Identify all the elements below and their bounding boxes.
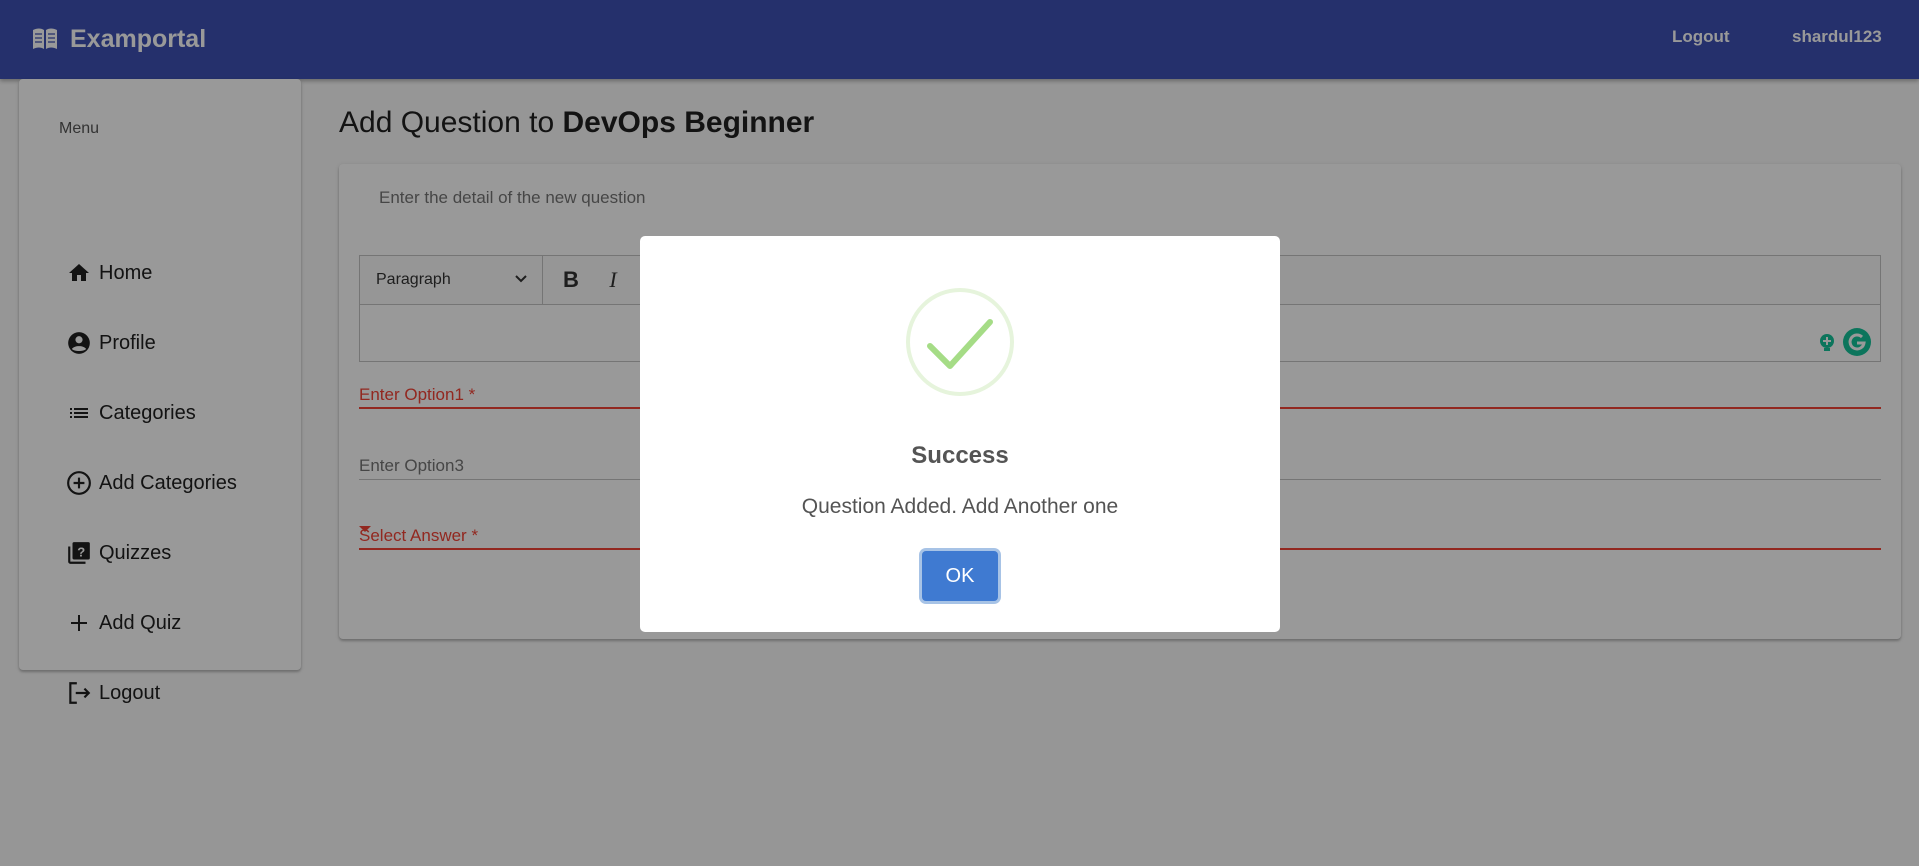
ok-button[interactable]: OK — [922, 551, 998, 601]
success-check-icon — [906, 288, 1014, 396]
dialog-message: Question Added. Add Another one — [801, 495, 1119, 518]
success-dialog: Success Question Added. Add Another one … — [640, 236, 1280, 632]
dialog-title: Success — [911, 442, 1009, 469]
